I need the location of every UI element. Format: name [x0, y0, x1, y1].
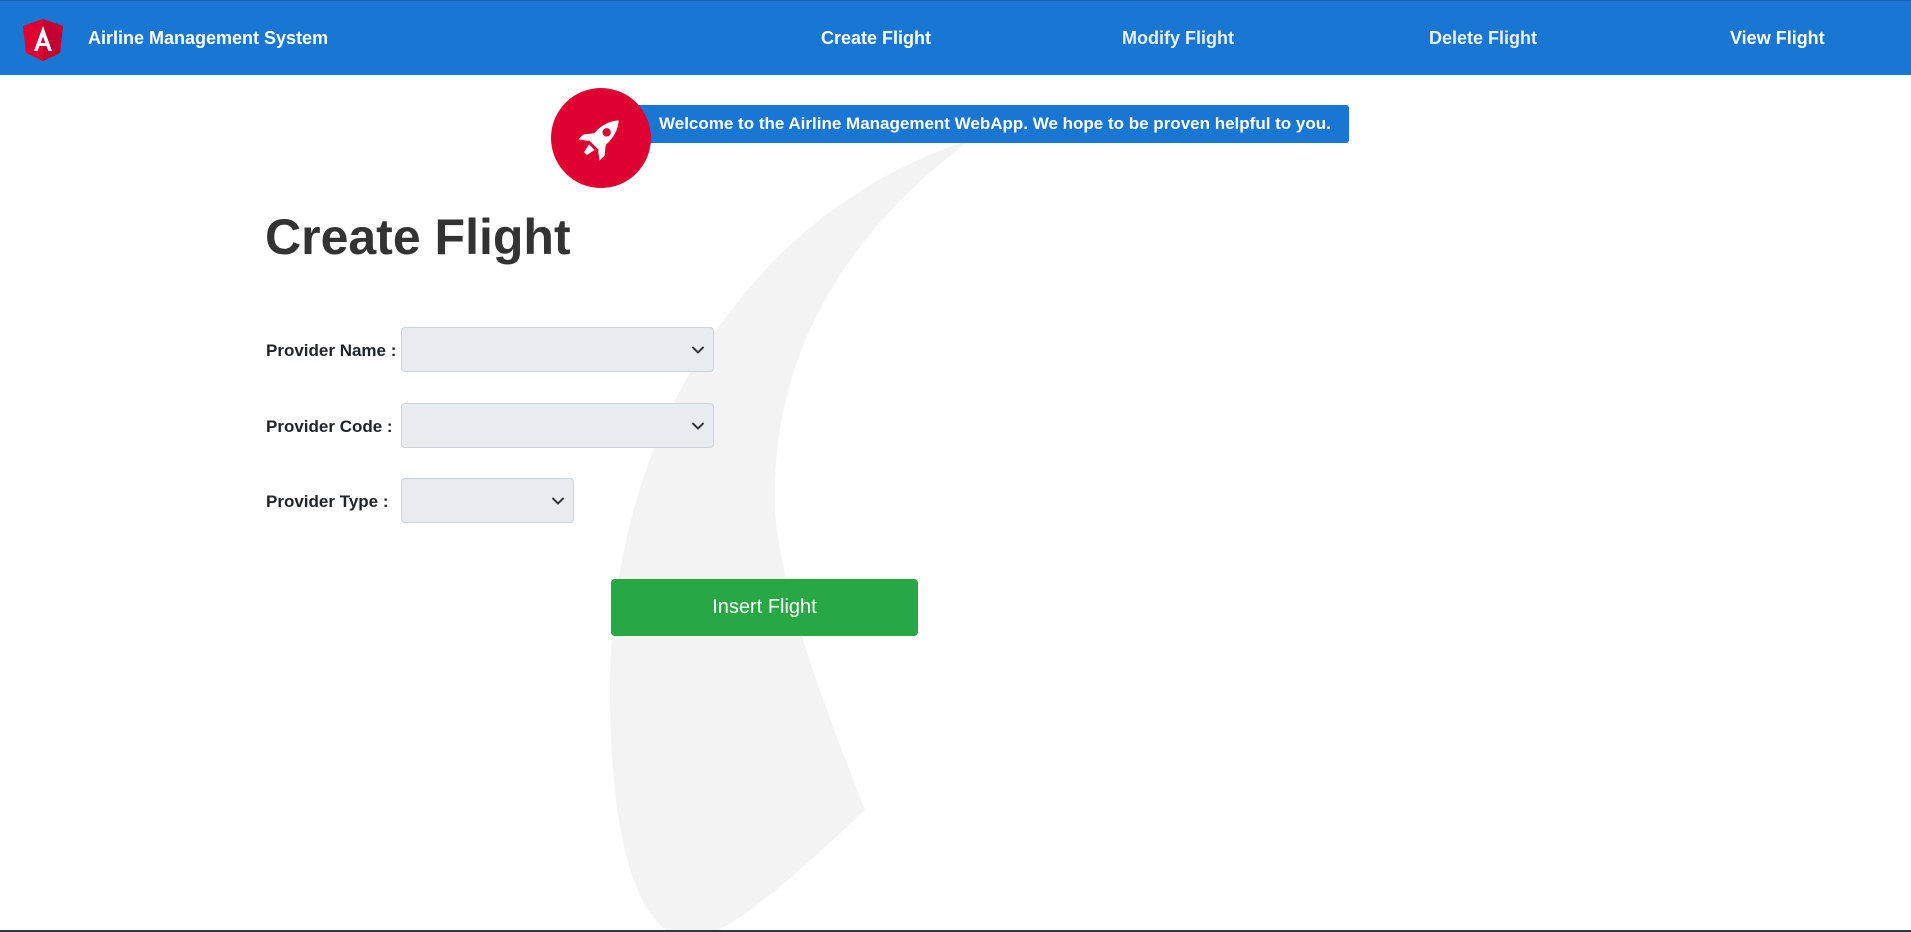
nav-delete-flight[interactable]: Delete Flight: [1429, 28, 1537, 49]
rocket-icon: [578, 120, 619, 161]
nav-modify-flight[interactable]: Modify Flight: [1122, 28, 1234, 49]
page-title: Create Flight: [265, 209, 571, 265]
chevron-down-icon: [692, 346, 704, 354]
insert-flight-button[interactable]: Insert Flight: [611, 579, 918, 636]
top-navbar: Airline Management System Create Flight …: [0, 0, 1911, 75]
provider-code-label: Provider Code :: [266, 417, 393, 436]
provider-code-select[interactable]: [401, 403, 714, 448]
provider-name-label: Provider Name :: [266, 341, 397, 360]
welcome-banner: Welcome to the Airline Management WebApp…: [620, 105, 1349, 143]
chevron-down-icon: [692, 422, 704, 430]
background-swoosh-decoration: [610, 140, 970, 932]
provider-type-select[interactable]: [401, 478, 574, 523]
provider-name-select[interactable]: [401, 327, 714, 372]
app-page: Airline Management System Create Flight …: [0, 0, 1911, 932]
provider-type-label: Provider Type :: [266, 492, 389, 511]
chevron-down-icon: [552, 497, 564, 505]
app-title[interactable]: Airline Management System: [88, 28, 328, 49]
nav-create-flight[interactable]: Create Flight: [821, 28, 931, 49]
welcome-banner-text: Welcome to the Airline Management WebApp…: [659, 114, 1331, 133]
nav-view-flight[interactable]: View Flight: [1730, 28, 1825, 49]
angular-logo-icon[interactable]: [22, 18, 64, 62]
rocket-badge: [551, 88, 651, 188]
